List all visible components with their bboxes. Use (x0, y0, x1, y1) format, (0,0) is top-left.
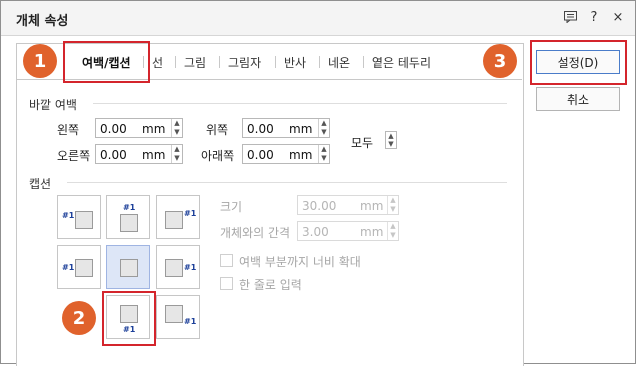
help-icon[interactable]: ? (587, 9, 601, 25)
expand-to-margin-checkbox[interactable] (220, 254, 233, 267)
object-thumbnail (165, 259, 183, 277)
annotation-badge-1: 1 (23, 44, 57, 78)
object-thumbnail (75, 259, 93, 277)
single-line-checkbox[interactable] (220, 277, 233, 290)
cancel-button[interactable]: 취소 (536, 87, 620, 111)
stepper-arrows[interactable]: ▲ ▼ (318, 145, 329, 163)
tab-separator (275, 56, 276, 68)
right-margin-field[interactable]: 0.00 mm ▲ ▼ (95, 144, 183, 164)
object-thumbnail (75, 211, 93, 229)
caption-size-value: 30.00 (302, 199, 337, 213)
top-margin-label: 위쪽 (206, 123, 229, 137)
tab-reflection[interactable]: 반사 (284, 54, 306, 71)
bottom-margin-field[interactable]: 0.00 mm ▲ ▼ (242, 144, 330, 164)
caption-gap-value: 3.00 (302, 225, 329, 239)
all-margins-stepper[interactable]: ▲ ▼ (385, 131, 397, 149)
caption-marker: #1 (62, 263, 75, 272)
section-divider (67, 182, 507, 183)
tab-separator (175, 56, 176, 68)
tab-soft-edge[interactable]: 옅은 테두리 (372, 54, 431, 71)
caption-size-field[interactable]: 30.00 mm ▲ ▼ (297, 195, 399, 215)
title-bar: 개체 속성 ? × (1, 1, 635, 36)
outer-margin-section-title: 바깥 여백 (29, 98, 77, 112)
caption-gap-label: 개체와의 간격 (220, 226, 291, 240)
tab-picture[interactable]: 그림 (184, 54, 206, 71)
left-margin-label: 왼쪽 (57, 123, 80, 137)
stepper-arrows[interactable]: ▲ ▼ (387, 222, 398, 240)
bottom-margin-value: 0.00 (247, 148, 274, 162)
object-properties-dialog: 개체 속성 ? × 여백/캡션 선 그림 그림자 반사 네온 옅은 테두리 1 … (0, 0, 636, 366)
title-bar-icons: ? × (563, 9, 625, 25)
annotation-badge-2: 2 (62, 301, 96, 335)
object-thumbnail (120, 214, 138, 232)
dialog-title: 개체 속성 (16, 14, 69, 29)
caption-marker: #1 (184, 317, 197, 326)
caption-bottom-right[interactable]: #1 (156, 295, 200, 339)
ok-button[interactable]: 설정(D) (536, 50, 620, 74)
caption-section-title: 캡션 (29, 177, 52, 191)
stepper-arrows[interactable]: ▲ ▼ (387, 196, 398, 214)
unit-label: mm (142, 148, 166, 162)
stepper-arrows[interactable]: ▲ ▼ (318, 119, 329, 137)
tab-separator (319, 56, 320, 68)
caption-gap-field[interactable]: 3.00 mm ▲ ▼ (297, 221, 399, 241)
tab-separator (219, 56, 220, 68)
caption-marker: #1 (62, 211, 75, 220)
unit-label: mm (289, 122, 313, 136)
top-margin-value: 0.00 (247, 122, 274, 136)
highlight-caption-box (102, 291, 156, 346)
unit-label: mm (289, 148, 313, 162)
unit-label: mm (360, 225, 384, 239)
section-divider (93, 103, 507, 104)
expand-to-margin-label: 여백 부분까지 너비 확대 (239, 255, 361, 269)
caption-marker: #1 (184, 263, 197, 272)
tab-separator (363, 56, 364, 68)
comment-icon[interactable] (563, 9, 577, 25)
close-icon[interactable]: × (611, 9, 625, 25)
object-thumbnail (120, 259, 138, 277)
stepper-arrows[interactable]: ▲ ▼ (171, 145, 182, 163)
caption-top-center[interactable]: #1 (106, 195, 150, 239)
annotation-badge-3: 3 (483, 44, 517, 78)
bottom-margin-label: 아래쪽 (201, 149, 235, 163)
highlight-tab-box (63, 41, 150, 83)
top-margin-field[interactable]: 0.00 mm ▲ ▼ (242, 118, 330, 138)
caption-marker: #1 (184, 209, 197, 218)
right-margin-label: 오른쪽 (57, 149, 91, 163)
caption-top-right[interactable]: #1 (156, 195, 200, 239)
all-margins-label: 모두 (351, 136, 374, 150)
caption-top-left[interactable]: #1 (57, 195, 101, 239)
caption-none[interactable] (106, 245, 150, 289)
unit-label: mm (360, 199, 384, 213)
stepper-arrows[interactable]: ▲ ▼ (171, 119, 182, 137)
caption-middle-right[interactable]: #1 (156, 245, 200, 289)
unit-label: mm (142, 122, 166, 136)
tab-neon[interactable]: 네온 (328, 54, 350, 71)
object-thumbnail (165, 211, 183, 229)
caption-middle-left[interactable]: #1 (57, 245, 101, 289)
right-margin-value: 0.00 (100, 148, 127, 162)
tab-line[interactable]: 선 (152, 54, 163, 71)
left-margin-value: 0.00 (100, 122, 127, 136)
object-thumbnail (165, 305, 183, 323)
single-line-label: 한 줄로 입력 (239, 278, 302, 292)
caption-size-label: 크기 (220, 200, 243, 214)
left-margin-field[interactable]: 0.00 mm ▲ ▼ (95, 118, 183, 138)
tab-shadow[interactable]: 그림자 (228, 54, 261, 71)
caption-marker: #1 (123, 203, 136, 212)
